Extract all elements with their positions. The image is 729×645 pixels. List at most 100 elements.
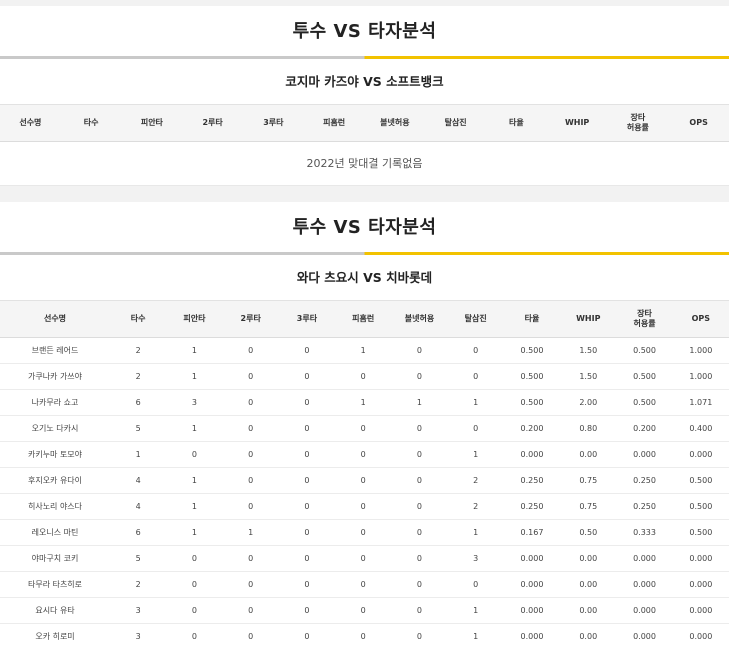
stat-cell: 0: [335, 363, 392, 390]
stat-cell: 0: [335, 467, 392, 494]
table-row: 오기노 다카시 5 1 0 0 0 0 0 0.200 0.80 0.200 0.400: [0, 415, 729, 442]
stat-cell: 0: [278, 389, 336, 416]
stat-cell: 0: [391, 467, 448, 494]
stat-cell: 1.50: [560, 337, 617, 364]
stat-cell: 0.000: [503, 597, 561, 624]
stat-cell: 0: [222, 467, 279, 494]
table-header-row: 선수명 타수 피안타 2루타 3루타 피홈런 볼넷허용 탈삼진 타율 WHIP 장타 허용률 OPS: [0, 105, 729, 142]
matchup-panel-2: 투수 VS 타자분석 와다 츠요시 VS 치바롯데 선수명 타수 피안타 2루타 3루타…: [0, 202, 729, 645]
stat-cell: 2: [110, 337, 167, 364]
stat-cell: 1: [447, 623, 504, 645]
stat-cell: 0.500: [616, 363, 673, 390]
stat-cell: 0.500: [503, 337, 561, 364]
column-header: 볼넷허용: [364, 105, 426, 142]
column-header: 타수: [110, 301, 167, 338]
player-name-cell: 카키누마 토모야: [0, 441, 110, 468]
stat-cell: 0.500: [616, 337, 673, 364]
stat-cell: 1: [166, 519, 223, 546]
stat-cell: 4: [110, 493, 167, 520]
stat-cell: 0: [222, 597, 279, 624]
table-row: 후지오카 유다이 4 1 0 0 0 0 2 0.250 0.75 0.250 0.500: [0, 467, 729, 494]
column-header: 피안타: [121, 105, 183, 142]
stat-cell: 0.000: [672, 623, 729, 645]
stat-cell: 0: [166, 597, 223, 624]
stat-cell: 0.000: [616, 441, 673, 468]
stat-cell: 0: [447, 337, 504, 364]
column-header: 3루타: [278, 301, 336, 338]
stat-cell: 0: [278, 597, 336, 624]
stat-cell: 1: [110, 441, 167, 468]
stat-cell: 1.000: [672, 363, 729, 390]
stat-cell: 0.75: [560, 493, 617, 520]
stat-cell: 0: [335, 597, 392, 624]
stat-cell: 0: [335, 571, 392, 598]
stat-cell: 0: [391, 545, 448, 572]
stat-cell: 0.250: [503, 493, 561, 520]
column-header: 선수명: [0, 105, 61, 142]
stat-cell: 6: [110, 519, 167, 546]
stat-cell: 6: [110, 389, 167, 416]
stat-cell: 0.000: [672, 545, 729, 572]
column-header: WHIP: [546, 105, 608, 142]
stat-cell: 1: [166, 493, 223, 520]
stat-cell: 0: [447, 363, 504, 390]
column-header: 피홈런: [303, 105, 365, 142]
stat-cell: 0.500: [672, 467, 729, 494]
stat-cell: 0.000: [616, 545, 673, 572]
stat-cell: 2: [447, 493, 504, 520]
stat-cell: 1: [335, 337, 392, 364]
stat-cell: 0.000: [672, 441, 729, 468]
stat-cell: 3: [447, 545, 504, 572]
stat-cell: 0: [278, 519, 336, 546]
page: 투수 VS 타자분석 코지마 카즈야 VS 소프트뱅크 선수명 타수 피안타 2루타 3…: [0, 0, 729, 645]
stat-cell: 0: [222, 545, 279, 572]
stat-cell: 0: [166, 623, 223, 645]
table-row: 브랜든 레어드 2 1 0 0 1 0 0 0.500 1.50 0.500 1.000: [0, 337, 729, 364]
stat-cell: 0.75: [560, 467, 617, 494]
stat-cell: 1.071: [672, 389, 729, 416]
stat-cell: 3: [166, 389, 223, 416]
stat-cell: 0.000: [616, 597, 673, 624]
stat-cell: 0: [278, 467, 336, 494]
stat-cell: 0.000: [672, 571, 729, 598]
stat-cell: 0: [335, 545, 392, 572]
stat-cell: 0: [391, 441, 448, 468]
player-name-cell: 히사노리 야스다: [0, 493, 110, 520]
stat-cell: 1: [166, 467, 223, 494]
matchup-heading: 와다 츠요시 VS 치바롯데: [0, 255, 729, 301]
stat-cell: 0.00: [560, 597, 617, 624]
section-title: 투수 VS 타자분석: [292, 21, 437, 42]
stat-cell: 0.000: [672, 597, 729, 624]
stat-cell: 1: [166, 363, 223, 390]
stat-cell: 1: [447, 597, 504, 624]
column-header: OPS: [672, 301, 729, 338]
stat-cell: 0: [447, 571, 504, 598]
column-header: 볼넷허용: [391, 301, 448, 338]
stat-cell: 3: [110, 623, 167, 645]
stat-cell: 0.500: [503, 389, 561, 416]
player-name-cell: 오카 히로미: [0, 623, 110, 645]
stat-cell: 0.80: [560, 415, 617, 442]
stat-cell: 0: [391, 337, 448, 364]
stat-cell: 0.200: [616, 415, 673, 442]
stat-cell: 1: [166, 337, 223, 364]
table-row: 오카 히로미 3 0 0 0 0 0 1 0.000 0.00 0.000 0.000: [0, 623, 729, 645]
stat-cell: 0: [335, 493, 392, 520]
stats-table: 선수명 타수 피안타 2루타 3루타 피홈런 볼넷허용 탈삼진 타율 WHIP 장타 허용률 OPS 브…: [0, 301, 729, 645]
stat-cell: 0: [335, 441, 392, 468]
player-name-cell: 나카무라 쇼고: [0, 389, 110, 416]
stat-cell: 0.333: [616, 519, 673, 546]
table-row: 타무라 타츠히로 2 0 0 0 0 0 0 0.000 0.00 0.000 0.000: [0, 571, 729, 598]
stat-cell: 0: [391, 571, 448, 598]
stat-cell: 0: [222, 623, 279, 645]
column-header: 장타 허용률: [607, 105, 669, 142]
stat-cell: 0.500: [616, 389, 673, 416]
stat-cell: 0: [335, 519, 392, 546]
stat-cell: 1: [222, 519, 279, 546]
player-name-cell: 요시다 유타: [0, 597, 110, 624]
stat-cell: 1: [447, 519, 504, 546]
stat-cell: 2: [447, 467, 504, 494]
column-header: OPS: [668, 105, 729, 142]
stat-cell: 0: [222, 363, 279, 390]
stat-cell: 0.250: [616, 493, 673, 520]
